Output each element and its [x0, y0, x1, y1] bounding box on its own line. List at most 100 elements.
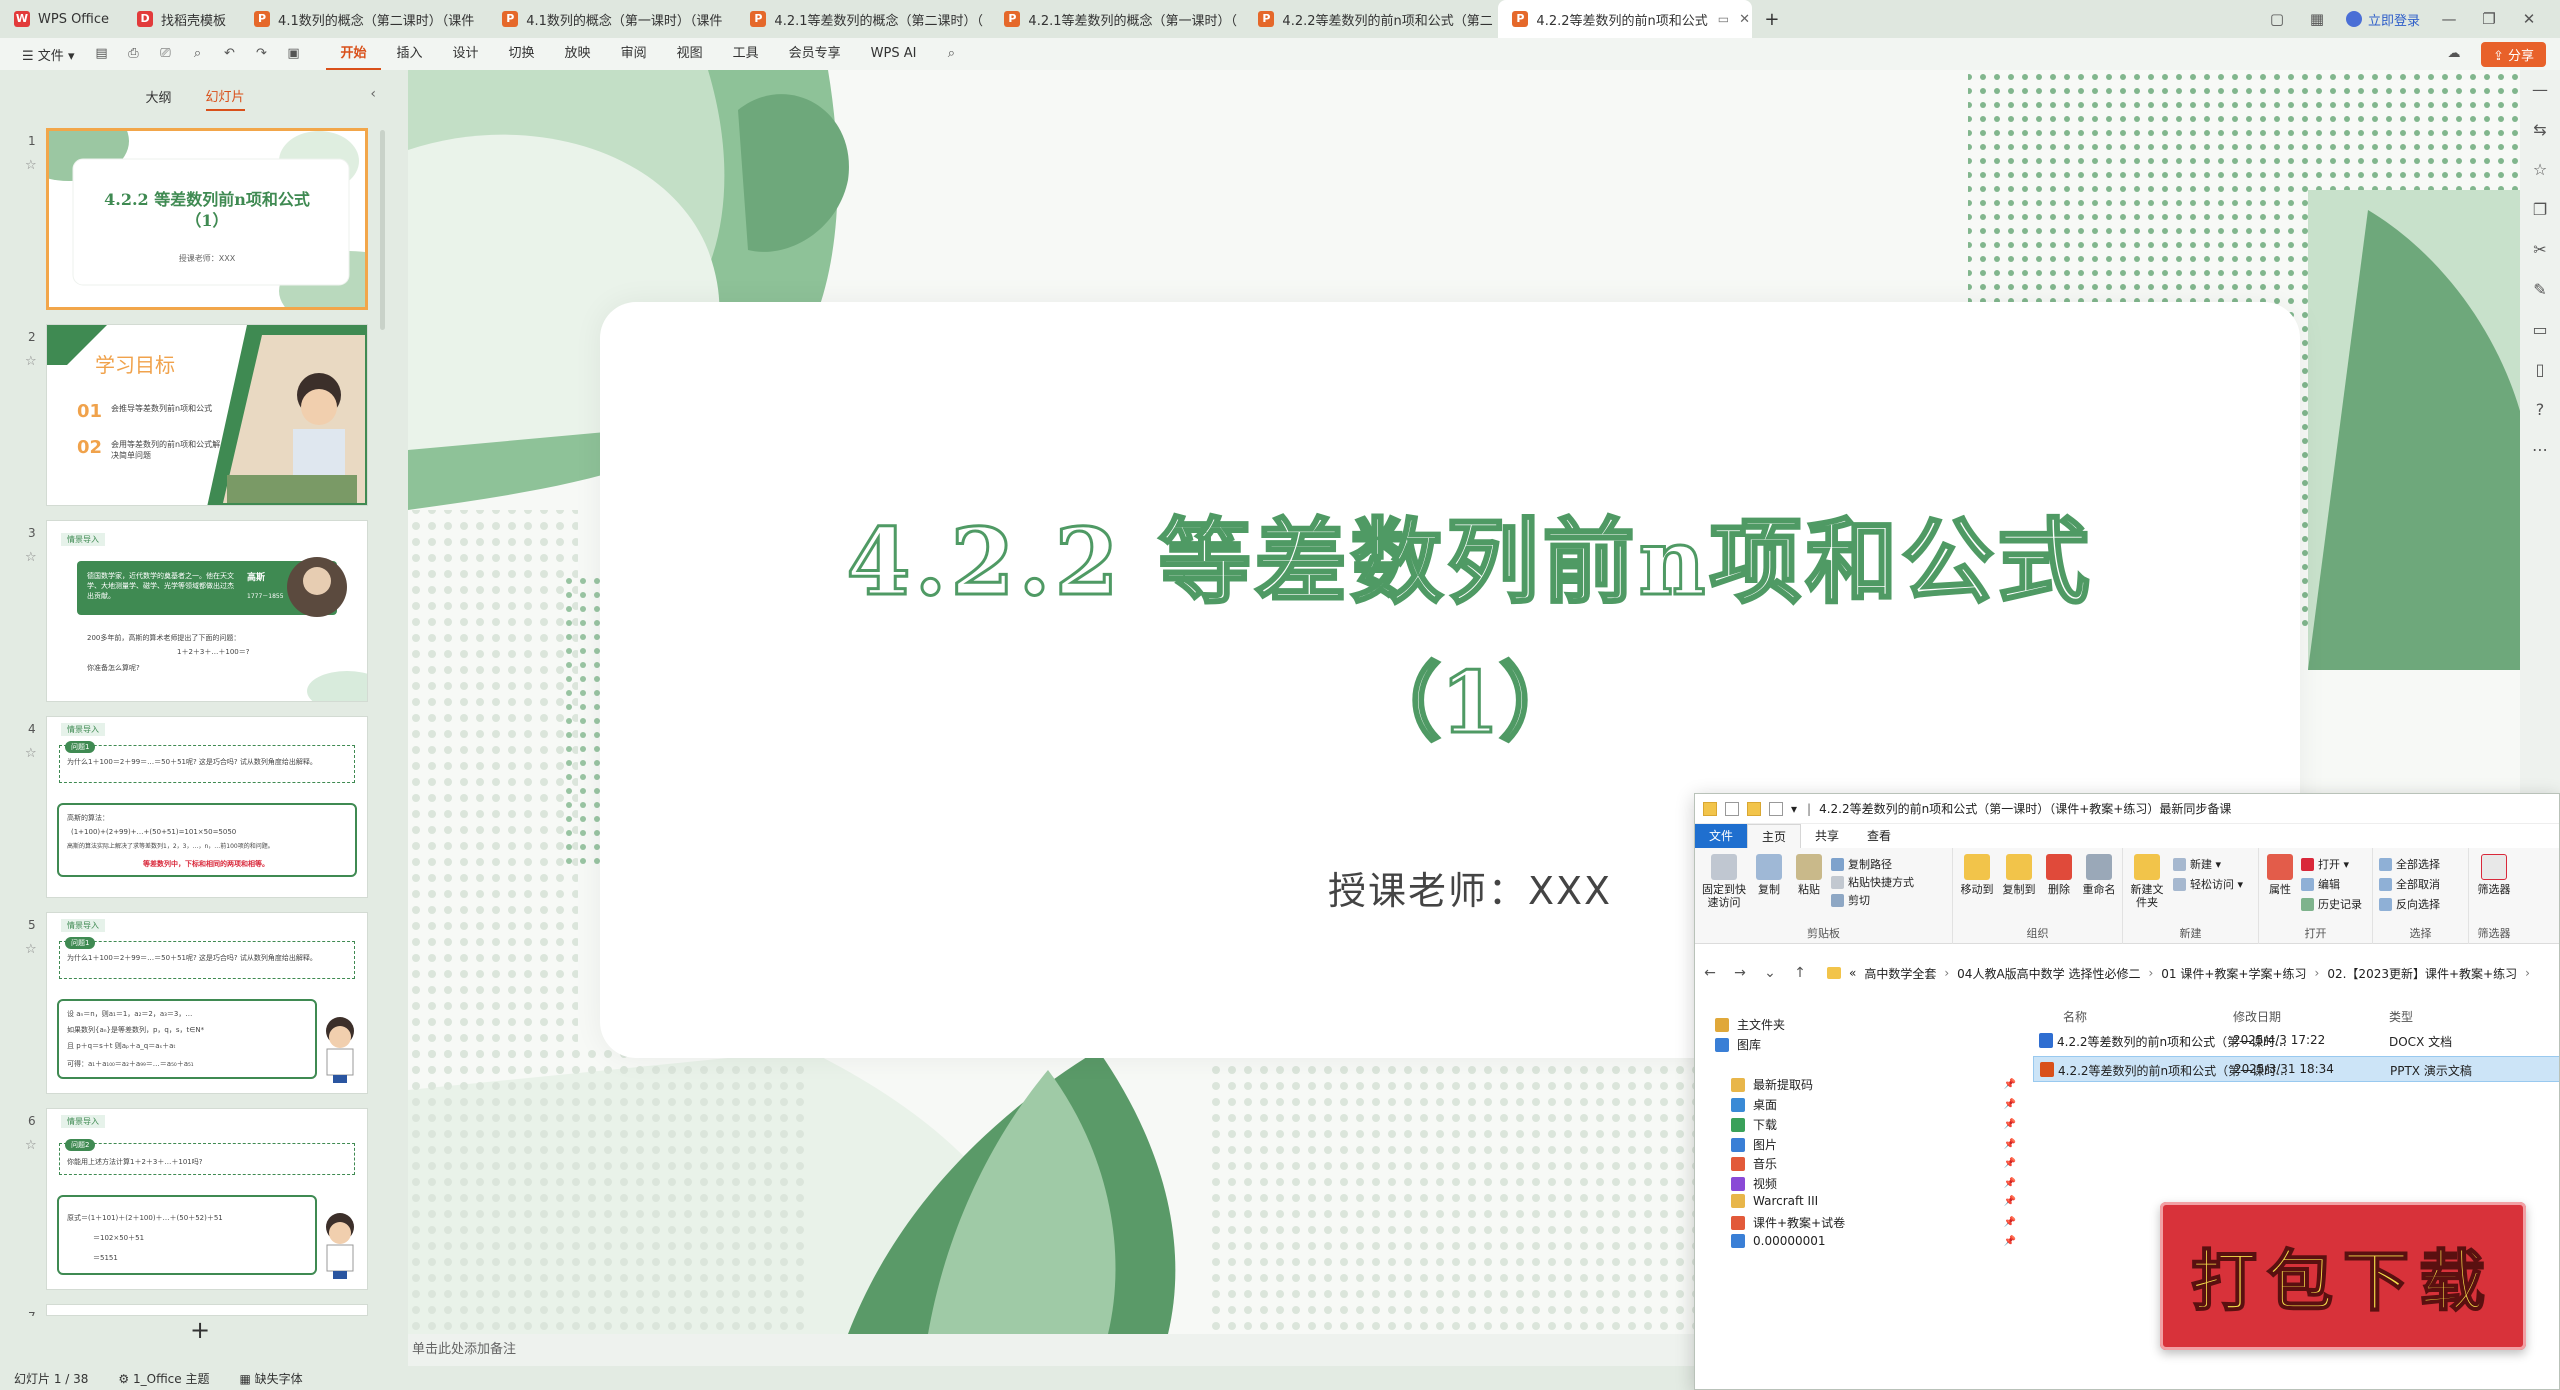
minus-icon[interactable]: —: [2520, 70, 2560, 110]
redo-icon[interactable]: ↷: [248, 44, 274, 64]
share-button[interactable]: ⇪ 分享: [2480, 41, 2546, 67]
more-icon[interactable]: ⋯: [2520, 430, 2560, 470]
grid-icon[interactable]: ▦: [2306, 10, 2328, 28]
restore-icon[interactable]: ❐: [2478, 10, 2500, 28]
select-all-button[interactable]: 全部选择: [2379, 856, 2440, 872]
app-tab-6[interactable]: P 4.2.2等差数列的前n项和公式（第二: [1244, 0, 1498, 38]
slide-title[interactable]: 4.2.2 等差数列前n项和公式: [408, 488, 2532, 621]
window-layout-icon[interactable]: ▢: [2266, 10, 2288, 28]
checkbox-icon[interactable]: [1725, 801, 1739, 816]
column-date[interactable]: 修改日期: [2233, 1008, 2281, 1025]
properties-icon[interactable]: [1769, 801, 1783, 816]
close-tab-icon[interactable]: ✕: [1739, 12, 1750, 27]
app-tab-0[interactable]: W WPS Office: [0, 0, 123, 38]
collapse-panel-icon[interactable]: ‹: [370, 86, 376, 102]
invert-selection-button[interactable]: 反向选择: [2379, 896, 2440, 912]
download-package-badge[interactable]: 打包下载: [2160, 1202, 2526, 1350]
star-icon[interactable]: ☆: [25, 942, 37, 957]
login-button[interactable]: 立即登录: [2345, 10, 2420, 29]
easy-access-button[interactable]: 轻松访问 ▾: [2173, 876, 2243, 892]
select-none-button[interactable]: 全部取消: [2379, 876, 2440, 892]
new-tab-button[interactable]: +: [1764, 9, 1779, 30]
edit-icon[interactable]: ✎: [2520, 270, 2560, 310]
tab-slides[interactable]: 幻灯片: [205, 82, 245, 111]
ribbon-tab-0[interactable]: 开始: [326, 38, 381, 70]
nav-item[interactable]: 课件+教案+试卷 📌: [1731, 1214, 2016, 1231]
paste-shortcut-button[interactable]: 粘贴快捷方式: [1831, 874, 1914, 890]
ribbon-tab-2[interactable]: 设计: [439, 38, 493, 70]
breadcrumb-item[interactable]: 高中数学全套: [1864, 965, 1936, 982]
search-icon[interactable]: ⌕: [938, 44, 964, 64]
star-icon[interactable]: ☆: [25, 158, 37, 173]
ribbon-tab-4[interactable]: 放映: [551, 38, 605, 70]
tab-file[interactable]: 文件: [1695, 824, 1748, 848]
history-button[interactable]: 历史记录: [2301, 896, 2362, 912]
app-tab-4[interactable]: P 4.2.1等差数列的概念（第二课时）（: [736, 0, 990, 38]
pin-quick-access-button[interactable]: 固定到快速访问: [1701, 854, 1747, 909]
nav-item[interactable]: 音乐 📌: [1731, 1155, 2016, 1172]
column-type[interactable]: 类型: [2389, 1008, 2413, 1025]
slide-thumbnail-7[interactable]: 7: [0, 1304, 390, 1316]
delete-button[interactable]: 删除: [2041, 854, 2077, 896]
ribbon-tab-5[interactable]: 审阅: [607, 38, 661, 70]
properties-button[interactable]: 属性: [2263, 854, 2297, 896]
star-icon[interactable]: ☆: [25, 354, 37, 369]
breadcrumb-item[interactable]: 04人教A版高中数学 选择性必修二: [1957, 965, 2140, 982]
app-tab-7[interactable]: P 4.2.2等差数列的前n项和公式 ▭ ✕: [1498, 0, 1753, 38]
nav-item[interactable]: 下载 📌: [1731, 1116, 2016, 1133]
tab-outline[interactable]: 大纲: [145, 83, 171, 110]
help-icon[interactable]: ?: [2520, 390, 2560, 430]
nav-item[interactable]: Warcraft III 📌: [1731, 1194, 2016, 1208]
nav-item[interactable]: 主文件夹: [1715, 1016, 2000, 1033]
properties-icon[interactable]: ⇆: [2520, 110, 2560, 150]
print-preview-icon[interactable]: ⌕: [184, 44, 210, 64]
ribbon-tab-8[interactable]: 会员专享: [775, 38, 855, 70]
tab-home[interactable]: 主页: [1747, 824, 1802, 848]
cut-button[interactable]: 剪切: [1831, 892, 1870, 908]
new-folder-icon[interactable]: [1747, 801, 1761, 816]
dropdown-icon[interactable]: ▾: [1791, 802, 1797, 816]
paste-button[interactable]: 粘贴: [1791, 854, 1827, 896]
cloud-icon[interactable]: ☁: [2441, 44, 2467, 64]
copy-to-button[interactable]: 复制到: [1999, 854, 2039, 896]
minimize-icon[interactable]: —: [2438, 10, 2460, 28]
ribbon-tab-1[interactable]: 插入: [383, 38, 437, 70]
breadcrumb-separator[interactable]: ›: [2525, 966, 2530, 980]
ribbon-tab-9[interactable]: WPS AI: [857, 38, 931, 70]
slide-thumbnail-1[interactable]: 1 ☆ 4.2.2 等差数列前n项和公式 （1） 授课老师：XXX: [0, 128, 390, 314]
column-name[interactable]: 名称: [2063, 1008, 2087, 1025]
recent-dropdown-icon[interactable]: ⌄: [1755, 965, 1785, 981]
copy-path-button[interactable]: 复制路径: [1831, 856, 1892, 872]
add-slide-button[interactable]: +: [190, 1316, 210, 1344]
slide-thumbnail-2[interactable]: 2 ☆ 学习目标 01 会推导等差数列前n项和公式 02 会用等差数列的前n项和…: [0, 324, 390, 510]
tab-view[interactable]: 查看: [1853, 824, 1905, 848]
breadcrumb-separator[interactable]: ›: [2148, 966, 2153, 980]
slide-library-icon[interactable]: ▭: [2520, 310, 2560, 350]
close-window-icon[interactable]: ✕: [2518, 10, 2540, 28]
tools-icon[interactable]: ✂: [2520, 230, 2560, 270]
nav-item[interactable]: 视频 📌: [1731, 1175, 2016, 1192]
explorer-titlebar[interactable]: ▾ | 4.2.2等差数列的前n项和公式（第一课时）（课件+教案+练习）最新同步…: [1695, 794, 2559, 824]
format-painter-icon[interactable]: ▣: [280, 44, 306, 64]
nav-item[interactable]: 图片 📌: [1731, 1136, 2016, 1153]
slide-thumbnail-4[interactable]: 4 ☆ 情景导入 问题1 为什么1＋100＝2＋99＝…＝50＋51呢? 这是巧…: [0, 716, 390, 902]
slide-thumbnail-6[interactable]: 6 ☆ 情景导入 问题2 你能用上述方法计算1＋2＋3＋…＋101吗? 原式＝(…: [0, 1108, 390, 1294]
app-tab-1[interactable]: D 找稻壳模板: [123, 0, 240, 38]
slide-thumbnail-3[interactable]: 3 ☆ 情景导入 德国数学家，近代数学的奠基者之一。他在天文学、大地测量学、磁学…: [0, 520, 390, 706]
back-icon[interactable]: ←: [1695, 965, 1725, 981]
favorite-icon[interactable]: ☆: [2520, 150, 2560, 190]
breadcrumb-separator[interactable]: ›: [1944, 966, 1949, 980]
nav-item[interactable]: 0.00000001 📌: [1731, 1234, 2016, 1248]
ribbon-tab-3[interactable]: 切换: [495, 38, 549, 70]
file-row[interactable]: 4.2.2等差数列的前n项和公式（第一课时... 2025/3/31 18:34 P…: [2033, 1056, 2559, 1082]
nav-item[interactable]: 图库: [1715, 1036, 2000, 1053]
rename-button[interactable]: 重命名: [2079, 854, 2119, 896]
ribbon-tab-6[interactable]: 视图: [663, 38, 717, 70]
export-pdf-icon[interactable]: ⎙: [120, 44, 146, 64]
save-icon[interactable]: ▤: [88, 44, 114, 64]
ribbon-tab-7[interactable]: 工具: [719, 38, 773, 70]
print-icon[interactable]: ⎚: [152, 44, 178, 64]
breadcrumb-separator[interactable]: ›: [2315, 966, 2320, 980]
star-icon[interactable]: ☆: [25, 550, 37, 565]
filter-button[interactable]: 筛选器: [2473, 854, 2515, 896]
